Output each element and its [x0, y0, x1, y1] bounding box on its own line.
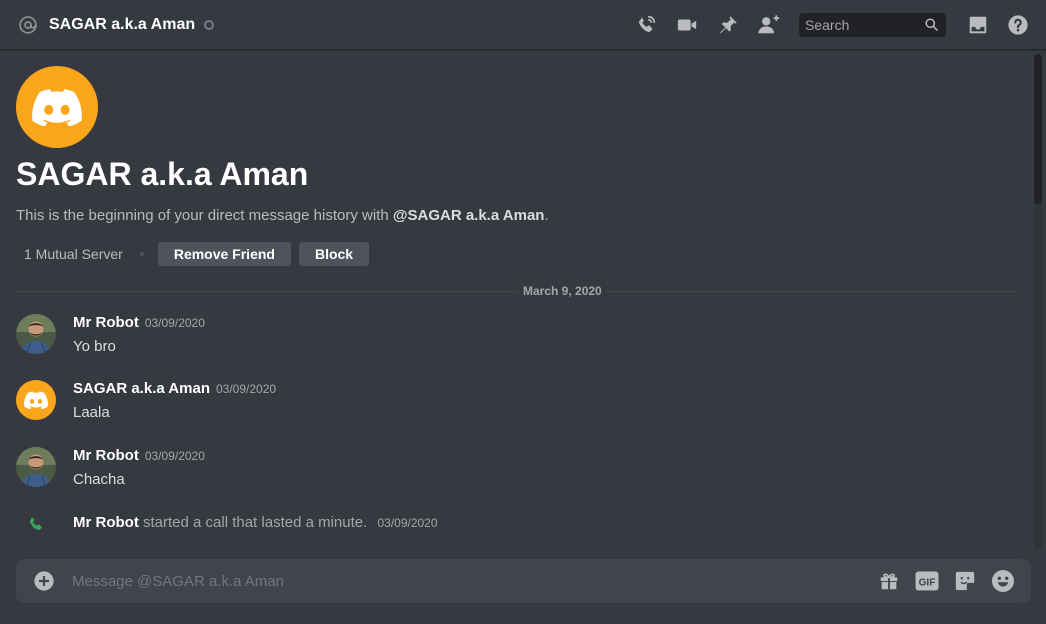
profile-avatar — [16, 66, 98, 148]
date-divider — [16, 291, 1017, 292]
channel-header: SAGAR a.k.a Aman — [0, 0, 1046, 50]
help-icon[interactable] — [1006, 13, 1030, 37]
dm-beginning-prefix: This is the beginning of your direct mes… — [16, 207, 393, 224]
message-content: Laala — [73, 404, 110, 421]
avatar[interactable] — [16, 314, 56, 354]
mutual-servers-link[interactable]: 1 Mutual Server — [16, 246, 131, 262]
search-input[interactable] — [805, 16, 915, 33]
discord-logo-icon — [24, 391, 48, 409]
pin-icon[interactable] — [716, 13, 740, 37]
dm-beginning-text: This is the beginning of your direct mes… — [16, 207, 549, 224]
call-username[interactable]: Mr Robot — [73, 514, 139, 531]
message-content: Yo bro — [73, 338, 116, 355]
message-timestamp: 03/09/2020 — [144, 316, 205, 330]
add-friend-icon[interactable] — [757, 13, 781, 37]
phone-icon — [27, 515, 45, 533]
discord-logo-icon — [32, 89, 82, 126]
status-offline-icon — [204, 20, 215, 30]
voice-call-icon[interactable] — [634, 13, 658, 37]
search-icon — [924, 17, 940, 33]
message-header: Mr Robot 03/09/2020 — [73, 447, 205, 465]
add-attachment-icon[interactable] — [32, 569, 56, 593]
message-header: Mr Robot 03/09/2020 — [73, 314, 205, 332]
video-call-icon[interactable] — [675, 13, 699, 37]
search-box[interactable] — [799, 12, 946, 37]
emoji-icon[interactable] — [991, 569, 1015, 593]
at-icon — [17, 14, 39, 36]
message-timestamp: 03/09/2020 — [216, 382, 277, 396]
message-timestamp: 03/09/2020 — [144, 449, 205, 463]
message-content: Chacha — [73, 471, 125, 488]
profile-name: SAGAR a.k.a Aman — [16, 156, 309, 192]
sticker-icon[interactable] — [953, 569, 977, 593]
user-mention: @SAGAR a.k.a Aman — [392, 207, 545, 224]
avatar[interactable] — [16, 447, 56, 487]
scrollbar-thumb[interactable] — [1034, 54, 1042, 204]
call-timestamp: 03/09/2020 — [377, 516, 438, 530]
svg-text:GIF: GIF — [919, 578, 936, 589]
message-composer: GIF — [16, 559, 1031, 603]
header-toolbar — [617, 12, 1030, 37]
call-system-message: Mr Robot started a call that lasted a mi… — [16, 513, 1016, 535]
remove-friend-button[interactable]: Remove Friend — [157, 242, 291, 266]
separator-dot — [139, 252, 144, 256]
gif-icon[interactable]: GIF — [915, 569, 939, 593]
channel-title: SAGAR a.k.a Aman — [49, 15, 196, 33]
message-username[interactable]: Mr Robot — [73, 447, 139, 464]
date-divider-label: March 9, 2020 — [519, 284, 606, 298]
message-header: SAGAR a.k.a Aman 03/09/2020 — [73, 380, 276, 398]
profile-actions: 1 Mutual Server Remove Friend Block — [16, 242, 377, 266]
dm-window: SAGAR a.k.a Aman Search SAGAR a.k.a Aman… — [0, 0, 1046, 624]
message-scrollbar[interactable] — [1034, 54, 1042, 549]
inbox-icon[interactable] — [966, 13, 990, 37]
message-username[interactable]: SAGAR a.k.a Aman — [73, 380, 210, 397]
message-username[interactable]: Mr Robot — [73, 314, 139, 331]
avatar[interactable] — [16, 380, 56, 420]
message-input[interactable] — [72, 572, 863, 590]
call-message-text: Mr Robot started a call that lasted a mi… — [73, 514, 438, 531]
block-button[interactable]: Block — [298, 242, 370, 266]
gift-icon[interactable] — [877, 569, 901, 593]
dm-beginning-suffix: . — [544, 207, 549, 224]
call-description: started a call that lasted a minute. — [138, 514, 368, 531]
